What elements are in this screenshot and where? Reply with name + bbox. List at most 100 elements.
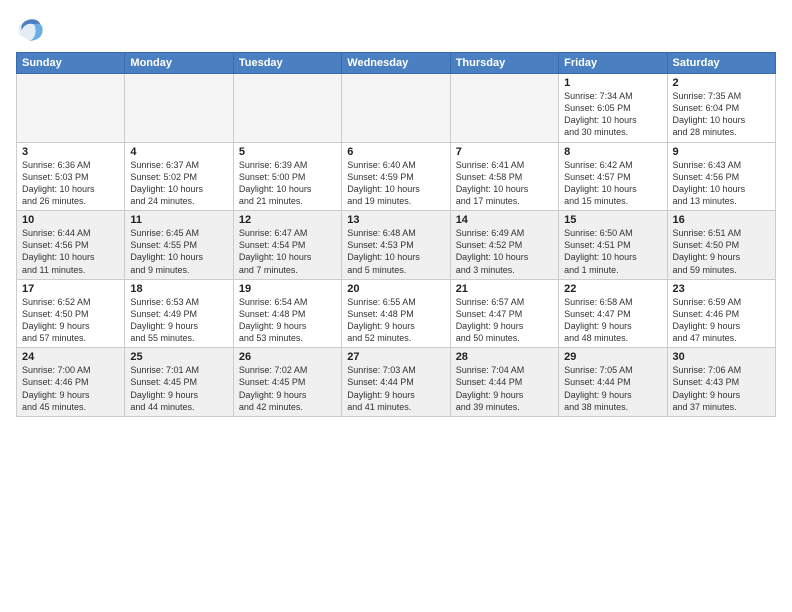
calendar-cell [125, 74, 233, 143]
weekday-header-friday: Friday [559, 53, 667, 74]
day-info: Sunrise: 7:02 AM Sunset: 4:45 PM Dayligh… [239, 364, 336, 413]
weekday-header-saturday: Saturday [667, 53, 775, 74]
weekday-row: SundayMondayTuesdayWednesdayThursdayFrid… [17, 53, 776, 74]
day-number: 15 [564, 214, 661, 226]
day-info: Sunrise: 6:57 AM Sunset: 4:47 PM Dayligh… [456, 296, 553, 345]
day-number: 22 [564, 283, 661, 295]
calendar-cell: 19Sunrise: 6:54 AM Sunset: 4:48 PM Dayli… [233, 279, 341, 348]
calendar-cell: 14Sunrise: 6:49 AM Sunset: 4:52 PM Dayli… [450, 211, 558, 280]
day-info: Sunrise: 6:36 AM Sunset: 5:03 PM Dayligh… [22, 159, 119, 208]
day-number: 27 [347, 351, 444, 363]
day-info: Sunrise: 6:55 AM Sunset: 4:48 PM Dayligh… [347, 296, 444, 345]
calendar-cell: 6Sunrise: 6:40 AM Sunset: 4:59 PM Daylig… [342, 142, 450, 211]
calendar-cell: 9Sunrise: 6:43 AM Sunset: 4:56 PM Daylig… [667, 142, 775, 211]
day-info: Sunrise: 6:42 AM Sunset: 4:57 PM Dayligh… [564, 159, 661, 208]
day-info: Sunrise: 6:49 AM Sunset: 4:52 PM Dayligh… [456, 227, 553, 276]
calendar-cell: 15Sunrise: 6:50 AM Sunset: 4:51 PM Dayli… [559, 211, 667, 280]
day-info: Sunrise: 7:34 AM Sunset: 6:05 PM Dayligh… [564, 90, 661, 139]
day-number: 1 [564, 77, 661, 89]
day-number: 3 [22, 146, 119, 158]
logo [16, 16, 48, 44]
day-info: Sunrise: 7:04 AM Sunset: 4:44 PM Dayligh… [456, 364, 553, 413]
calendar-cell: 21Sunrise: 6:57 AM Sunset: 4:47 PM Dayli… [450, 279, 558, 348]
calendar-cell [17, 74, 125, 143]
weekday-header-thursday: Thursday [450, 53, 558, 74]
day-number: 16 [673, 214, 770, 226]
day-info: Sunrise: 6:45 AM Sunset: 4:55 PM Dayligh… [130, 227, 227, 276]
weekday-header-sunday: Sunday [17, 53, 125, 74]
day-info: Sunrise: 6:51 AM Sunset: 4:50 PM Dayligh… [673, 227, 770, 276]
calendar-cell: 8Sunrise: 6:42 AM Sunset: 4:57 PM Daylig… [559, 142, 667, 211]
day-number: 21 [456, 283, 553, 295]
calendar-cell: 28Sunrise: 7:04 AM Sunset: 4:44 PM Dayli… [450, 348, 558, 417]
day-number: 19 [239, 283, 336, 295]
weekday-header-tuesday: Tuesday [233, 53, 341, 74]
day-number: 6 [347, 146, 444, 158]
day-info: Sunrise: 7:01 AM Sunset: 4:45 PM Dayligh… [130, 364, 227, 413]
calendar-cell: 17Sunrise: 6:52 AM Sunset: 4:50 PM Dayli… [17, 279, 125, 348]
day-number: 24 [22, 351, 119, 363]
day-number: 10 [22, 214, 119, 226]
day-number: 23 [673, 283, 770, 295]
calendar-cell: 29Sunrise: 7:05 AM Sunset: 4:44 PM Dayli… [559, 348, 667, 417]
calendar-cell: 10Sunrise: 6:44 AM Sunset: 4:56 PM Dayli… [17, 211, 125, 280]
day-info: Sunrise: 6:58 AM Sunset: 4:47 PM Dayligh… [564, 296, 661, 345]
day-info: Sunrise: 7:03 AM Sunset: 4:44 PM Dayligh… [347, 364, 444, 413]
calendar-cell: 27Sunrise: 7:03 AM Sunset: 4:44 PM Dayli… [342, 348, 450, 417]
day-info: Sunrise: 7:06 AM Sunset: 4:43 PM Dayligh… [673, 364, 770, 413]
calendar-cell: 24Sunrise: 7:00 AM Sunset: 4:46 PM Dayli… [17, 348, 125, 417]
calendar-cell: 26Sunrise: 7:02 AM Sunset: 4:45 PM Dayli… [233, 348, 341, 417]
day-number: 12 [239, 214, 336, 226]
calendar-row-2: 10Sunrise: 6:44 AM Sunset: 4:56 PM Dayli… [17, 211, 776, 280]
header [16, 12, 776, 44]
calendar-cell: 25Sunrise: 7:01 AM Sunset: 4:45 PM Dayli… [125, 348, 233, 417]
page: SundayMondayTuesdayWednesdayThursdayFrid… [0, 0, 792, 612]
day-info: Sunrise: 6:43 AM Sunset: 4:56 PM Dayligh… [673, 159, 770, 208]
day-info: Sunrise: 6:40 AM Sunset: 4:59 PM Dayligh… [347, 159, 444, 208]
day-number: 25 [130, 351, 227, 363]
day-info: Sunrise: 6:48 AM Sunset: 4:53 PM Dayligh… [347, 227, 444, 276]
day-number: 18 [130, 283, 227, 295]
calendar-cell: 5Sunrise: 6:39 AM Sunset: 5:00 PM Daylig… [233, 142, 341, 211]
weekday-header-monday: Monday [125, 53, 233, 74]
day-info: Sunrise: 6:44 AM Sunset: 4:56 PM Dayligh… [22, 227, 119, 276]
day-info: Sunrise: 6:39 AM Sunset: 5:00 PM Dayligh… [239, 159, 336, 208]
day-info: Sunrise: 6:54 AM Sunset: 4:48 PM Dayligh… [239, 296, 336, 345]
day-number: 2 [673, 77, 770, 89]
day-number: 20 [347, 283, 444, 295]
day-info: Sunrise: 6:52 AM Sunset: 4:50 PM Dayligh… [22, 296, 119, 345]
day-number: 13 [347, 214, 444, 226]
day-info: Sunrise: 6:59 AM Sunset: 4:46 PM Dayligh… [673, 296, 770, 345]
day-info: Sunrise: 7:00 AM Sunset: 4:46 PM Dayligh… [22, 364, 119, 413]
day-number: 28 [456, 351, 553, 363]
calendar-cell: 30Sunrise: 7:06 AM Sunset: 4:43 PM Dayli… [667, 348, 775, 417]
calendar-row-3: 17Sunrise: 6:52 AM Sunset: 4:50 PM Dayli… [17, 279, 776, 348]
calendar-cell [342, 74, 450, 143]
day-number: 7 [456, 146, 553, 158]
calendar-row-0: 1Sunrise: 7:34 AM Sunset: 6:05 PM Daylig… [17, 74, 776, 143]
calendar-cell: 16Sunrise: 6:51 AM Sunset: 4:50 PM Dayli… [667, 211, 775, 280]
calendar-header: SundayMondayTuesdayWednesdayThursdayFrid… [17, 53, 776, 74]
calendar-cell: 18Sunrise: 6:53 AM Sunset: 4:49 PM Dayli… [125, 279, 233, 348]
day-info: Sunrise: 6:41 AM Sunset: 4:58 PM Dayligh… [456, 159, 553, 208]
day-info: Sunrise: 6:53 AM Sunset: 4:49 PM Dayligh… [130, 296, 227, 345]
calendar-cell: 11Sunrise: 6:45 AM Sunset: 4:55 PM Dayli… [125, 211, 233, 280]
day-number: 29 [564, 351, 661, 363]
day-number: 9 [673, 146, 770, 158]
calendar-table: SundayMondayTuesdayWednesdayThursdayFrid… [16, 52, 776, 417]
calendar-row-1: 3Sunrise: 6:36 AM Sunset: 5:03 PM Daylig… [17, 142, 776, 211]
logo-icon [16, 16, 44, 44]
weekday-header-wednesday: Wednesday [342, 53, 450, 74]
day-number: 4 [130, 146, 227, 158]
calendar-cell [233, 74, 341, 143]
calendar-cell: 20Sunrise: 6:55 AM Sunset: 4:48 PM Dayli… [342, 279, 450, 348]
day-info: Sunrise: 7:05 AM Sunset: 4:44 PM Dayligh… [564, 364, 661, 413]
day-number: 17 [22, 283, 119, 295]
calendar-row-4: 24Sunrise: 7:00 AM Sunset: 4:46 PM Dayli… [17, 348, 776, 417]
day-number: 14 [456, 214, 553, 226]
day-number: 30 [673, 351, 770, 363]
calendar-cell: 3Sunrise: 6:36 AM Sunset: 5:03 PM Daylig… [17, 142, 125, 211]
calendar-cell: 2Sunrise: 7:35 AM Sunset: 6:04 PM Daylig… [667, 74, 775, 143]
calendar-cell: 13Sunrise: 6:48 AM Sunset: 4:53 PM Dayli… [342, 211, 450, 280]
calendar-cell: 7Sunrise: 6:41 AM Sunset: 4:58 PM Daylig… [450, 142, 558, 211]
